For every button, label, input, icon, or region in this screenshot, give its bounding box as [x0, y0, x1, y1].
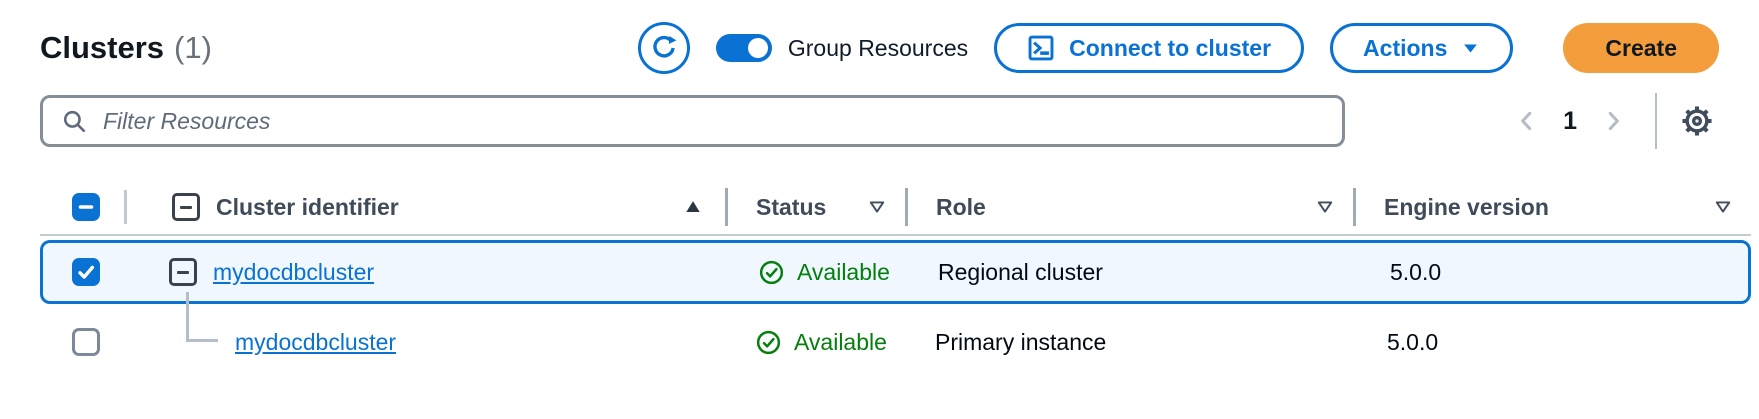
previous-page-button[interactable] — [1507, 101, 1547, 141]
sort-toggle-icon — [867, 197, 887, 217]
page-title-text: Clusters — [40, 30, 164, 66]
status-text: Available — [794, 329, 887, 356]
role-cell: Primary instance — [905, 329, 1353, 356]
group-resources-toggle-group: Group Resources — [716, 34, 968, 62]
chevron-right-icon — [1600, 108, 1626, 134]
collapse-row-button[interactable] — [169, 258, 197, 286]
header-actions: Group Resources Connect to cluster Actio… — [638, 22, 1719, 74]
pagination: 1 — [1507, 93, 1719, 149]
row-checkbox[interactable] — [72, 328, 100, 356]
engine-version-cell: 5.0.0 — [1353, 329, 1751, 356]
page-title: Clusters (1) — [40, 30, 212, 66]
engine-version-cell: 5.0.0 — [1356, 259, 1748, 286]
status-text: Available — [797, 259, 890, 286]
sort-toggle-icon — [1315, 197, 1335, 217]
filter-box — [40, 95, 1345, 147]
create-button[interactable]: Create — [1563, 23, 1719, 73]
header-mini-divider — [124, 190, 127, 224]
current-page-number: 1 — [1563, 107, 1577, 136]
next-page-button[interactable] — [1593, 101, 1633, 141]
table-row-instance[interactable]: mydocdbcluster Available Primary instanc… — [40, 304, 1751, 380]
clusters-table: Cluster identifier Status Role Engine ve… — [40, 180, 1751, 380]
connect-to-cluster-button[interactable]: Connect to cluster — [994, 23, 1304, 73]
collapse-minus-icon — [180, 206, 192, 209]
column-header-engine-version[interactable]: Engine version — [1353, 188, 1751, 226]
status-cell: Available — [725, 329, 905, 356]
tree-connector — [186, 292, 218, 342]
sort-toggle-icon — [1713, 197, 1733, 217]
settings-button[interactable] — [1675, 99, 1719, 143]
header-bar: Clusters (1) Group Resources — [40, 20, 1719, 76]
search-icon — [61, 108, 87, 134]
actions-button[interactable]: Actions — [1330, 23, 1513, 73]
connect-to-cluster-label: Connect to cluster — [1069, 35, 1271, 62]
indeterminate-minus-icon — [74, 195, 98, 219]
caret-down-icon — [1461, 39, 1480, 58]
clusters-page: Clusters (1) Group Resources — [0, 0, 1759, 380]
cluster-identifier-cell: mydocdbcluster — [43, 243, 728, 301]
refresh-button[interactable] — [638, 22, 690, 74]
table-row-cluster[interactable]: mydocdbcluster Available Regional cluste… — [40, 240, 1751, 304]
role-cell: Regional cluster — [908, 259, 1356, 286]
status-available-icon — [755, 329, 782, 356]
column-label-engine-version: Engine version — [1384, 194, 1549, 221]
table-header-row: Cluster identifier Status Role Engine ve… — [40, 180, 1751, 236]
cluster-count: (1) — [174, 30, 212, 66]
column-label-role: Role — [936, 194, 986, 221]
terminal-icon — [1027, 34, 1055, 62]
column-label-status: Status — [756, 194, 826, 221]
column-header-role[interactable]: Role — [905, 188, 1353, 226]
gear-icon — [1681, 105, 1713, 137]
refresh-icon — [649, 33, 679, 63]
actions-label: Actions — [1363, 35, 1447, 62]
check-icon — [74, 260, 98, 284]
group-resources-toggle[interactable] — [716, 34, 772, 62]
filter-resources-input[interactable] — [101, 107, 1324, 136]
chevron-left-icon — [1514, 108, 1540, 134]
toggle-knob — [748, 38, 768, 58]
select-all-checkbox[interactable] — [72, 193, 100, 221]
status-available-icon — [758, 259, 785, 286]
cluster-identifier-cell: mydocdbcluster — [40, 304, 725, 380]
sort-ascending-icon — [683, 197, 703, 217]
column-label-cluster-identifier: Cluster identifier — [216, 194, 399, 221]
column-header-cluster-identifier[interactable]: Cluster identifier — [40, 188, 725, 226]
collapse-minus-icon — [177, 271, 189, 274]
group-resources-label: Group Resources — [788, 35, 968, 62]
row-checkbox[interactable] — [72, 258, 100, 286]
toolbar-divider — [1655, 93, 1657, 149]
instance-link[interactable]: mydocdbcluster — [235, 329, 396, 356]
status-cell: Available — [728, 259, 908, 286]
collapse-all-button[interactable] — [172, 193, 200, 221]
cluster-link[interactable]: mydocdbcluster — [213, 259, 374, 286]
filter-bar: 1 — [40, 94, 1719, 148]
column-header-status[interactable]: Status — [725, 188, 905, 226]
